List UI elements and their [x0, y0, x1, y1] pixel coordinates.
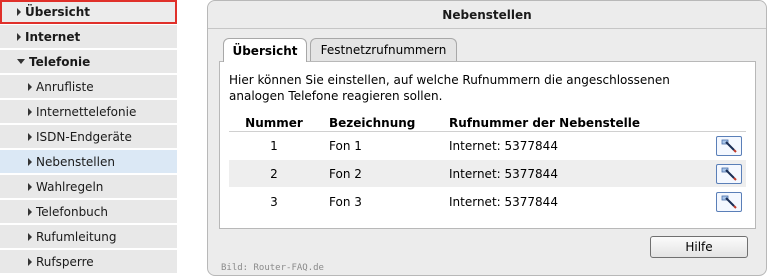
edit-pencil-icon — [721, 167, 737, 181]
chevron-right-icon — [28, 207, 32, 216]
sidebar-item-label: Anrufliste — [36, 79, 94, 94]
edit-button[interactable] — [715, 163, 742, 184]
sidebar-item-label: Telefonie — [29, 54, 91, 69]
sidebar-item-anrufliste[interactable]: Anrufliste — [0, 75, 177, 99]
chevron-right-icon — [28, 82, 32, 91]
sidebar-item-rufsperre[interactable]: Rufsperre — [0, 250, 177, 274]
sidebar-item-label: Telefonbuch — [36, 204, 108, 219]
sidebar-item-label: Übersicht — [25, 4, 91, 19]
column-header-nummer: Nummer — [245, 115, 303, 130]
chevron-right-icon — [28, 182, 32, 191]
help-button[interactable]: Hilfe — [650, 236, 748, 258]
sidebar-item-label: Internet — [25, 29, 81, 44]
column-header-rufnummer: Rufnummer der Nebenstelle — [449, 115, 640, 130]
table-row: 2 Fon 2 Internet: 5377844 — [229, 160, 746, 188]
sidebar-item-rufumleitung[interactable]: Rufumleitung — [0, 225, 177, 249]
tab-festnetzrufnummern[interactable]: Festnetzrufnummern — [310, 38, 457, 61]
sidebar: Übersicht Internet Telefonie Anrufliste … — [0, 0, 177, 276]
cell-nummer: 3 — [270, 194, 278, 209]
sidebar-item-telefonie[interactable]: Telefonie — [0, 50, 177, 74]
table-row: 1 Fon 1 Internet: 5377844 — [229, 132, 746, 160]
cell-rufnummer: Internet: 5377844 — [449, 138, 558, 153]
cell-nummer: 1 — [270, 138, 278, 153]
sidebar-item-label: Internettelefonie — [36, 104, 137, 119]
panel-title: Nebenstellen — [208, 1, 766, 29]
column-header-bezeichnung: Bezeichnung — [329, 115, 416, 130]
chevron-right-icon — [28, 107, 32, 116]
sidebar-item-internet[interactable]: Internet — [0, 25, 177, 49]
chevron-right-icon — [28, 157, 32, 166]
sidebar-item-internettelefonie[interactable]: Internettelefonie — [0, 100, 177, 124]
chevron-down-icon — [17, 59, 25, 64]
sidebar-item-label: Nebenstellen — [36, 154, 115, 169]
cell-rufnummer: Internet: 5377844 — [449, 194, 558, 209]
chevron-right-icon — [28, 257, 32, 266]
sidebar-item-label: Wahlregeln — [36, 179, 104, 194]
extensions-table: Nummer Bezeichnung Rufnummer der Nebenst… — [229, 114, 746, 216]
sidebar-item-uebersicht[interactable]: Übersicht — [0, 0, 177, 24]
edit-pencil-icon — [721, 195, 737, 209]
tab-uebersicht[interactable]: Übersicht — [223, 38, 307, 62]
table-header: Nummer Bezeichnung Rufnummer der Nebenst… — [229, 114, 746, 132]
chevron-right-icon — [28, 132, 32, 141]
image-credit: Bild: Router-FAQ.de — [221, 263, 324, 273]
chevron-right-icon — [17, 7, 21, 16]
sidebar-item-wahlregeln[interactable]: Wahlregeln — [0, 175, 177, 199]
sidebar-item-label: Rufumleitung — [36, 229, 117, 244]
table-row: 3 Fon 3 Internet: 5377844 — [229, 188, 746, 216]
cell-bezeichnung: Fon 2 — [329, 166, 362, 181]
sidebar-item-isdn-endgeraete[interactable]: ISDN-Endgeräte — [0, 125, 177, 149]
cell-bezeichnung: Fon 3 — [329, 194, 362, 209]
edit-pencil-icon — [721, 139, 737, 153]
chevron-right-icon — [28, 232, 32, 241]
cell-nummer: 2 — [270, 166, 278, 181]
sidebar-item-telefonbuch[interactable]: Telefonbuch — [0, 200, 177, 224]
intro-text: Hier können Sie einstellen, auf welche R… — [229, 73, 670, 103]
sidebar-item-label: ISDN-Endgeräte — [36, 129, 132, 144]
chevron-right-icon — [17, 32, 21, 41]
edit-button[interactable] — [715, 191, 742, 212]
sidebar-item-label: Rufsperre — [36, 254, 94, 269]
sidebar-item-nebenstellen[interactable]: Nebenstellen — [0, 150, 177, 174]
tab-content: Hier können Sie einstellen, auf welche R… — [219, 61, 756, 229]
cell-bezeichnung: Fon 1 — [329, 138, 362, 153]
cell-rufnummer: Internet: 5377844 — [449, 166, 558, 181]
main-panel: Nebenstellen Übersicht Festnetzrufnummer… — [207, 0, 767, 276]
edit-button[interactable] — [715, 135, 742, 156]
